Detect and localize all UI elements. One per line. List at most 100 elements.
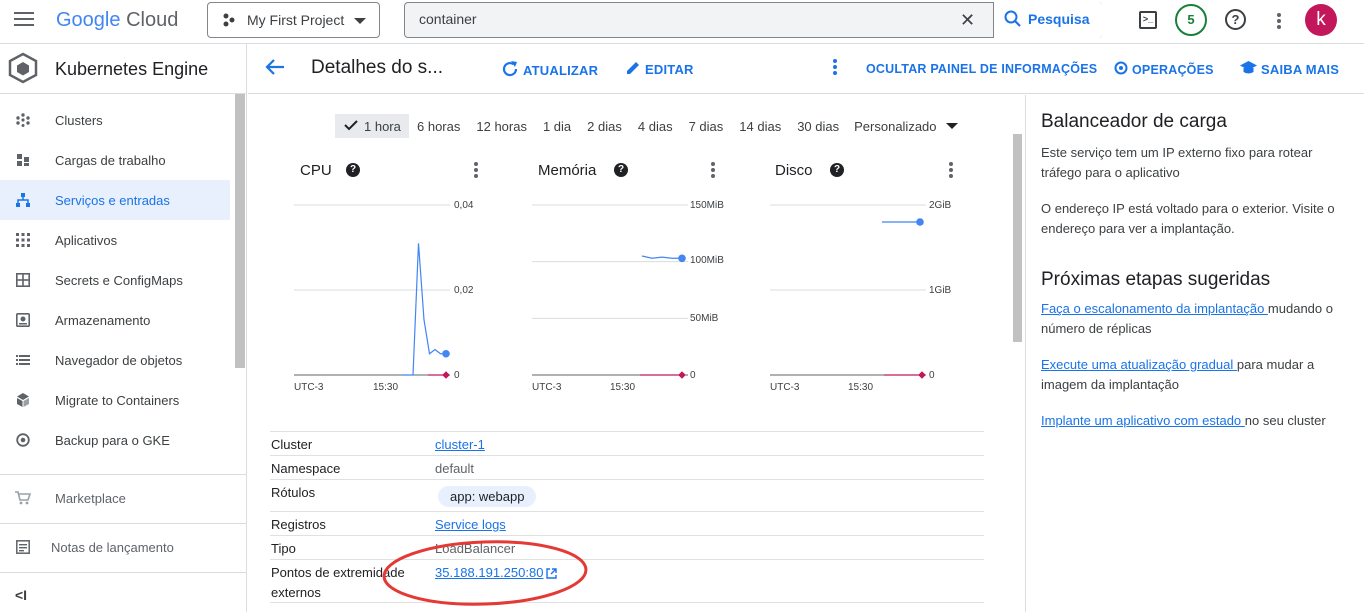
detail-key: Rótulos <box>271 485 316 500</box>
info-panel-title: Balanceador de carga <box>1041 111 1227 132</box>
time-option-1h[interactable]: 1 hora <box>335 114 409 138</box>
school-icon <box>1240 61 1257 78</box>
help-icon[interactable]: ? <box>346 163 360 177</box>
sidebar-item-release-notes[interactable]: Notas de lançamento <box>0 527 230 567</box>
time-option-30d[interactable]: 30 dias <box>797 119 839 134</box>
operations-button[interactable]: OPERAÇÕES <box>1114 61 1214 78</box>
product-title: Kubernetes Engine <box>55 59 209 79</box>
time-option-6h[interactable]: 6 horas <box>417 119 460 134</box>
y-tick-label: 0 <box>929 370 935 381</box>
scale-deployment-link[interactable]: Faça o escalonamento da implantação <box>1041 301 1268 316</box>
logo-cloud-text: Cloud <box>126 9 179 31</box>
x-tick-label: UTC-3 <box>532 382 562 393</box>
backup-icon <box>14 431 32 449</box>
sidebar-item-backup[interactable]: Backup para o GKE <box>0 420 230 460</box>
sidebar-item-applications[interactable]: Aplicativos <box>0 220 230 260</box>
page-header: Detalhes do s... ATUALIZAR EDITAR OCULTA… <box>248 44 1364 94</box>
sidebar-item-workloads[interactable]: Cargas de trabalho <box>0 140 230 180</box>
refresh-label: ATUALIZAR <box>523 63 599 78</box>
more-options-icon[interactable] <box>1277 13 1281 31</box>
refresh-button[interactable]: ATUALIZAR <box>501 60 598 81</box>
sidebar-scrollbar[interactable] <box>235 94 245 368</box>
sidebar-item-object-browser[interactable]: Navegador de objetos <box>0 340 230 380</box>
sidebar-item-label: Aplicativos <box>55 232 118 248</box>
search-input[interactable] <box>419 11 919 27</box>
check-icon <box>344 119 358 134</box>
learn-more-label: SAIBA MAIS <box>1261 62 1340 77</box>
time-option-custom[interactable]: Personalizado <box>854 119 936 134</box>
main-scrollbar[interactable] <box>1013 134 1022 342</box>
refresh-icon <box>501 60 519 81</box>
time-option-7d[interactable]: 7 dias <box>689 119 724 134</box>
terminal-icon[interactable]: >_ <box>1139 11 1157 29</box>
hide-info-panel-button[interactable]: OCULTAR PAINEL DE INFORMAÇÕES <box>866 62 1097 76</box>
detail-row-endpoints: Pontos de extremidade externos 35.188.19… <box>270 559 984 603</box>
sidebar-item-marketplace[interactable]: Marketplace <box>0 478 230 518</box>
top-bar: Google Cloud My First Project ✕ Pesquisa… <box>0 0 1364 44</box>
sidebar-item-clusters[interactable]: Clusters <box>0 100 230 140</box>
time-option-2d[interactable]: 2 dias <box>587 119 622 134</box>
sidebar: Kubernetes Engine Clusters Cargas de tra… <box>0 44 247 612</box>
detail-row-type: Tipo LoadBalancer <box>270 535 984 559</box>
close-icon[interactable]: ✕ <box>960 10 975 31</box>
cpu-chart-title: CPU <box>300 162 332 179</box>
back-arrow-icon[interactable] <box>265 58 285 81</box>
x-tick-label: 15:30 <box>848 382 874 393</box>
project-selector[interactable]: My First Project <box>207 2 380 38</box>
y-tick-label: 2GiB <box>929 200 952 211</box>
x-tick-label: UTC-3 <box>770 382 800 393</box>
list-icon <box>14 351 32 369</box>
edit-button[interactable]: EDITAR <box>626 60 694 78</box>
storage-icon <box>14 311 32 329</box>
cluster-link[interactable]: cluster-1 <box>435 437 485 452</box>
stateful-app-link[interactable]: Implante um aplicativo com estado <box>1041 413 1245 428</box>
service-logs-link[interactable]: Service logs <box>435 517 506 532</box>
detail-key: Tipo <box>271 541 296 556</box>
y-tick-label: 100MiB <box>690 255 724 266</box>
time-option-4d[interactable]: 4 dias <box>638 119 673 134</box>
more-actions-icon[interactable] <box>833 59 837 77</box>
sidebar-item-migrate[interactable]: Migrate to Containers <box>0 380 230 420</box>
avatar[interactable]: k <box>1305 4 1337 36</box>
series-endpoint <box>442 349 450 358</box>
info-panel-text: Este serviço tem um IP externo fixo para… <box>1041 145 1313 180</box>
sidebar-item-storage[interactable]: Armazenamento <box>0 300 230 340</box>
time-option-12h[interactable]: 12 horas <box>476 119 527 134</box>
series-endpoint <box>916 218 924 226</box>
sidebar-item-services[interactable]: Serviços e entradas <box>0 180 230 220</box>
notifications-badge[interactable]: 5 <box>1175 4 1207 36</box>
collapse-sidebar-button[interactable]: <I <box>15 587 27 603</box>
search-box[interactable]: ✕ Pesquisa <box>404 2 1102 38</box>
sidebar-item-secrets[interactable]: Secrets e ConfigMaps <box>0 260 230 300</box>
help-icon[interactable]: ? <box>830 163 844 177</box>
learn-more-button[interactable]: SAIBA MAIS <box>1240 61 1339 78</box>
help-icon[interactable]: ? <box>614 163 628 177</box>
memory-chart-menu-icon[interactable] <box>711 162 715 180</box>
cpu-chart-menu-icon[interactable] <box>474 162 478 180</box>
sidebar-item-label: Marketplace <box>55 490 126 506</box>
release-notes-icon <box>14 538 32 556</box>
series-endpoint <box>678 371 686 379</box>
detail-row-cluster: Cluster cluster-1 <box>270 431 984 455</box>
detail-row-logs: Registros Service logs <box>270 511 984 535</box>
y-tick-label: 150MiB <box>690 200 724 211</box>
next-step-scale: Faça o escalonamento da implantação muda… <box>1041 299 1351 339</box>
y-tick-label: 0,02 <box>454 285 474 296</box>
memory-chart-plot <box>532 204 688 379</box>
menu-icon[interactable] <box>14 12 34 28</box>
help-icon[interactable]: ? <box>1225 9 1246 30</box>
rolling-update-link[interactable]: Execute uma atualização gradual <box>1041 357 1237 372</box>
time-option-1d[interactable]: 1 dia <box>543 119 571 134</box>
cart-icon <box>14 489 32 507</box>
sidebar-item-label: Serviços e entradas <box>55 192 170 208</box>
disk-chart-menu-icon[interactable] <box>949 162 953 180</box>
sidebar-item-label: Migrate to Containers <box>55 392 180 408</box>
search-button[interactable]: Pesquisa <box>993 2 1102 38</box>
series-line <box>641 255 682 259</box>
annotation-ellipse <box>382 540 588 606</box>
chevron-down-icon[interactable] <box>945 123 958 129</box>
detail-value: default <box>435 461 475 476</box>
google-cloud-logo[interactable]: Google Cloud <box>56 9 178 32</box>
time-option-14d[interactable]: 14 dias <box>739 119 781 134</box>
sidebar-divider <box>0 474 247 475</box>
